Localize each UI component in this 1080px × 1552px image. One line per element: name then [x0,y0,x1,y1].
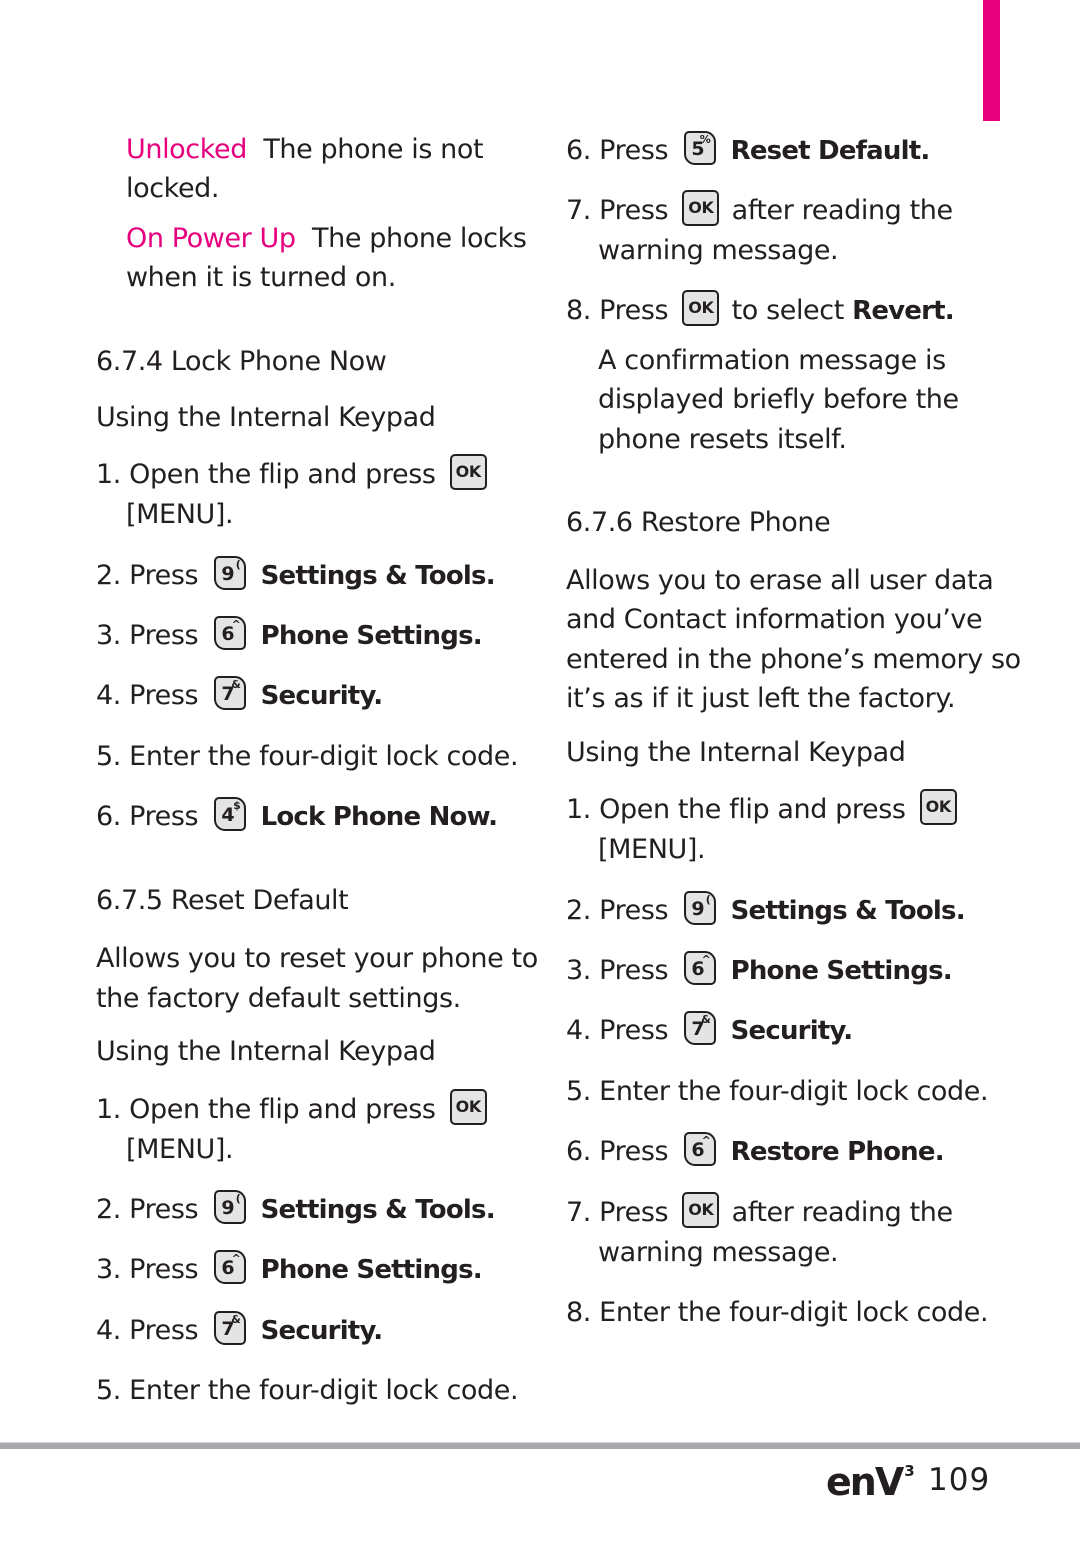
page-number: 109 [928,1462,991,1498]
subheading: Using the Internal Keypad [566,737,906,768]
step: 3. Press 6 ^ Phone Settings. [566,950,953,986]
ok-key-icon: OK [919,788,957,825]
key-6-icon: 6 ^ [214,615,247,650]
footer-divider [0,1442,1080,1449]
step: 4. Press 7 & Security. [96,1310,383,1346]
section-desc: Allows you to erase all user data [566,565,994,596]
subheading: Using the Internal Keypad [96,402,436,433]
key-7-icon: 7 & [214,1310,247,1345]
note: A confirmation message is [598,345,946,376]
subheading: Using the Internal Keypad [96,1036,436,1067]
step-cont: [MENU]. [126,1134,234,1165]
step-cont: [MENU]. [598,834,706,865]
section-desc: the factory default settings. [96,983,461,1014]
option-desc: The phone is not [263,134,484,165]
step: 5. Enter the four-digit lock code. [96,741,519,772]
ok-key-icon: OK [682,189,720,226]
step: 3. Press 6 ^ Phone Settings. [96,615,483,651]
key-5-icon: 5% [684,130,717,165]
step: 5. Enter the four-digit lock code. [96,1375,519,1406]
section-desc: and Contact information you’ve [566,604,983,635]
chapter-tab-marker [983,0,1000,121]
section-heading: 6.7.5 Reset Default [96,885,349,916]
option-term: Unlocked [126,134,247,165]
option-desc-cont: locked. [126,173,220,204]
key-9-icon: 9( [214,1189,247,1224]
step: 5. Enter the four-digit lock code. [566,1076,989,1107]
step: 1. Open the flip and press OK [96,453,491,490]
step: 6. Press 6 ^ Restore Phone. [566,1131,945,1167]
step: 8. Press OK to select Revert. [566,289,955,326]
key-6-icon: 6 ^ [684,1131,717,1166]
option-term: On Power Up [126,223,296,254]
key-4-icon: 4 $ [214,796,247,831]
step: 1. Open the flip and press OK [96,1088,491,1125]
step: 6. Press 4 $ Lock Phone Now. [96,796,498,832]
step: 2. Press 9( Settings & Tools. [96,555,496,591]
step-cont: [MENU]. [126,499,234,530]
ok-key-icon: OK [449,1088,487,1125]
key-6-icon: 6 ^ [684,950,717,985]
step: 6. Press 5% Reset Default. [566,130,930,166]
step: 2. Press 9( Settings & Tools. [566,890,966,926]
section-desc: entered in the phone’s memory so [566,644,1021,675]
step-cont: warning message. [598,1237,839,1268]
env3-logo: enV 3 [826,1460,915,1504]
option-unlocked: Unlocked The phone is not [126,134,484,165]
step: 7. Press OK after reading the [566,189,953,226]
note: phone resets itself. [598,424,847,455]
step: 7. Press OK after reading the [566,1191,953,1228]
option-desc: The phone locks [312,223,527,254]
section-heading: 6.7.4 Lock Phone Now [96,346,387,377]
key-7-icon: 7 & [684,1010,717,1045]
step: 4. Press 7 & Security. [96,675,383,711]
ok-key-icon: OK [449,453,487,490]
note: displayed briefly before the [598,384,959,415]
key-9-icon: 9( [214,555,247,590]
key-6-icon: 6 ^ [214,1249,247,1284]
option-on-power-up: On Power Up The phone locks [126,223,527,254]
ok-key-icon: OK [682,1191,720,1228]
step: 1. Open the flip and press OK [566,788,961,825]
ok-key-icon: OK [682,289,720,326]
section-desc: Allows you to reset your phone to [96,943,538,974]
key-7-icon: 7 & [214,675,247,710]
key-9-icon: 9( [684,890,717,925]
step-cont: warning message. [598,235,839,266]
option-desc-cont: when it is turned on. [126,262,396,293]
step: 2. Press 9( Settings & Tools. [96,1189,496,1225]
section-desc: it’s as if it just left the factory. [566,683,956,714]
step: 3. Press 6 ^ Phone Settings. [96,1249,483,1285]
step: 8. Enter the four-digit lock code. [566,1297,989,1328]
section-heading: 6.7.6 Restore Phone [566,507,831,538]
step: 4. Press 7 & Security. [566,1010,853,1046]
